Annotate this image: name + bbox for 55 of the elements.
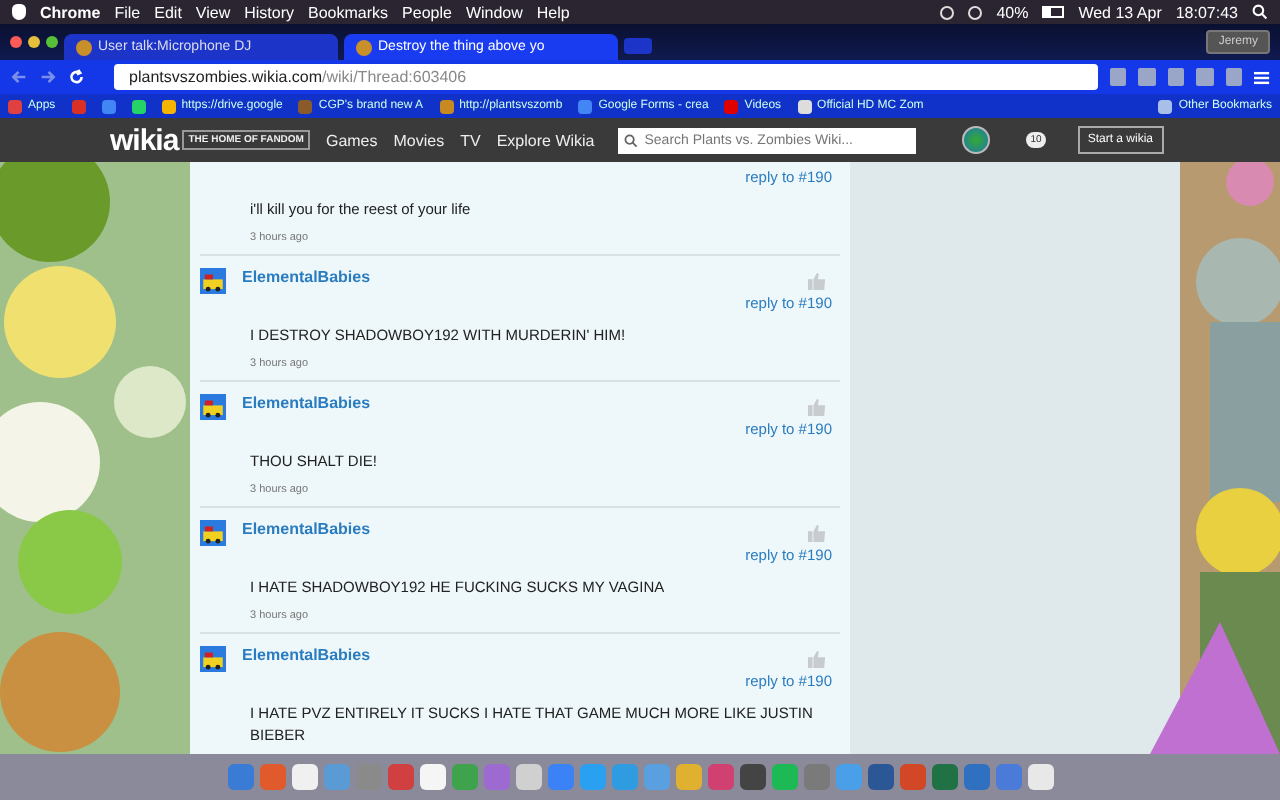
menu-item[interactable]: Help [536, 3, 570, 21]
clock: 18:07:43 [1175, 3, 1238, 21]
username-link[interactable]: ElementalBabies [242, 268, 371, 286]
address-field[interactable]: plantsvszombies.wikia.com/wiki/Thread:603406 [113, 64, 1098, 90]
username-link[interactable]: ElementalBabies [242, 646, 371, 664]
menu-item[interactable]: History [244, 3, 295, 21]
app-icon[interactable] [771, 764, 797, 790]
app-icon[interactable] [931, 764, 957, 790]
battery-percent: 40% [996, 3, 1029, 21]
menu-item[interactable]: Chrome [40, 3, 101, 21]
menu-item[interactable]: Bookmarks [308, 3, 389, 21]
app-icon[interactable] [419, 764, 445, 790]
nav-link[interactable]: Explore Wikia [496, 131, 595, 149]
menu-item[interactable]: Window [465, 3, 523, 21]
user-avatar[interactable] [200, 268, 226, 294]
app-icon[interactable] [291, 764, 317, 790]
back-icon[interactable] [10, 68, 28, 86]
app-icon[interactable] [803, 764, 829, 790]
menu-icon[interactable] [1254, 69, 1271, 85]
app-icon[interactable] [227, 764, 253, 790]
app-icon[interactable] [963, 764, 989, 790]
menu-item[interactable]: Edit [154, 3, 182, 21]
nav-link[interactable]: Games [325, 131, 378, 149]
app-icon[interactable] [1027, 764, 1053, 790]
app-icon[interactable] [899, 764, 925, 790]
menu-item[interactable]: People [402, 3, 452, 21]
thumbs-up-icon[interactable] [808, 524, 826, 542]
menu-item[interactable]: File [114, 3, 141, 21]
username-link[interactable]: ElementalBabies [242, 394, 371, 412]
user-avatar[interactable] [200, 646, 226, 672]
app-icon[interactable] [867, 764, 893, 790]
thumbs-up-icon[interactable] [808, 650, 826, 668]
username-link[interactable]: ElementalBabies [242, 520, 371, 538]
date: Wed 13 Apr [1078, 3, 1162, 21]
menu-item[interactable]: View [195, 3, 231, 21]
thumbs-up-icon[interactable] [808, 398, 826, 416]
reload-icon[interactable] [68, 68, 86, 86]
window-controls-icon[interactable] [10, 36, 58, 48]
forward-icon[interactable] [39, 68, 57, 86]
new-tab-button[interactable] [624, 38, 652, 54]
wikia-logo[interactable]: wikia [110, 123, 179, 157]
user-avatar[interactable] [200, 520, 226, 546]
nav-link[interactable]: Movies [393, 131, 445, 149]
nav-link[interactable]: TV [460, 131, 481, 149]
user-avatar[interactable] [962, 126, 991, 154]
search-icon [624, 133, 639, 147]
app-icon[interactable] [675, 764, 701, 790]
app-icon[interactable] [707, 764, 733, 790]
search-icon[interactable] [1252, 4, 1268, 20]
thumbs-up-icon[interactable] [808, 272, 826, 290]
app-icon[interactable] [387, 764, 413, 790]
user-avatar[interactable] [200, 394, 226, 420]
app-icon[interactable] [739, 764, 765, 790]
battery-icon[interactable] [1042, 6, 1065, 18]
app-icon[interactable] [515, 764, 541, 790]
